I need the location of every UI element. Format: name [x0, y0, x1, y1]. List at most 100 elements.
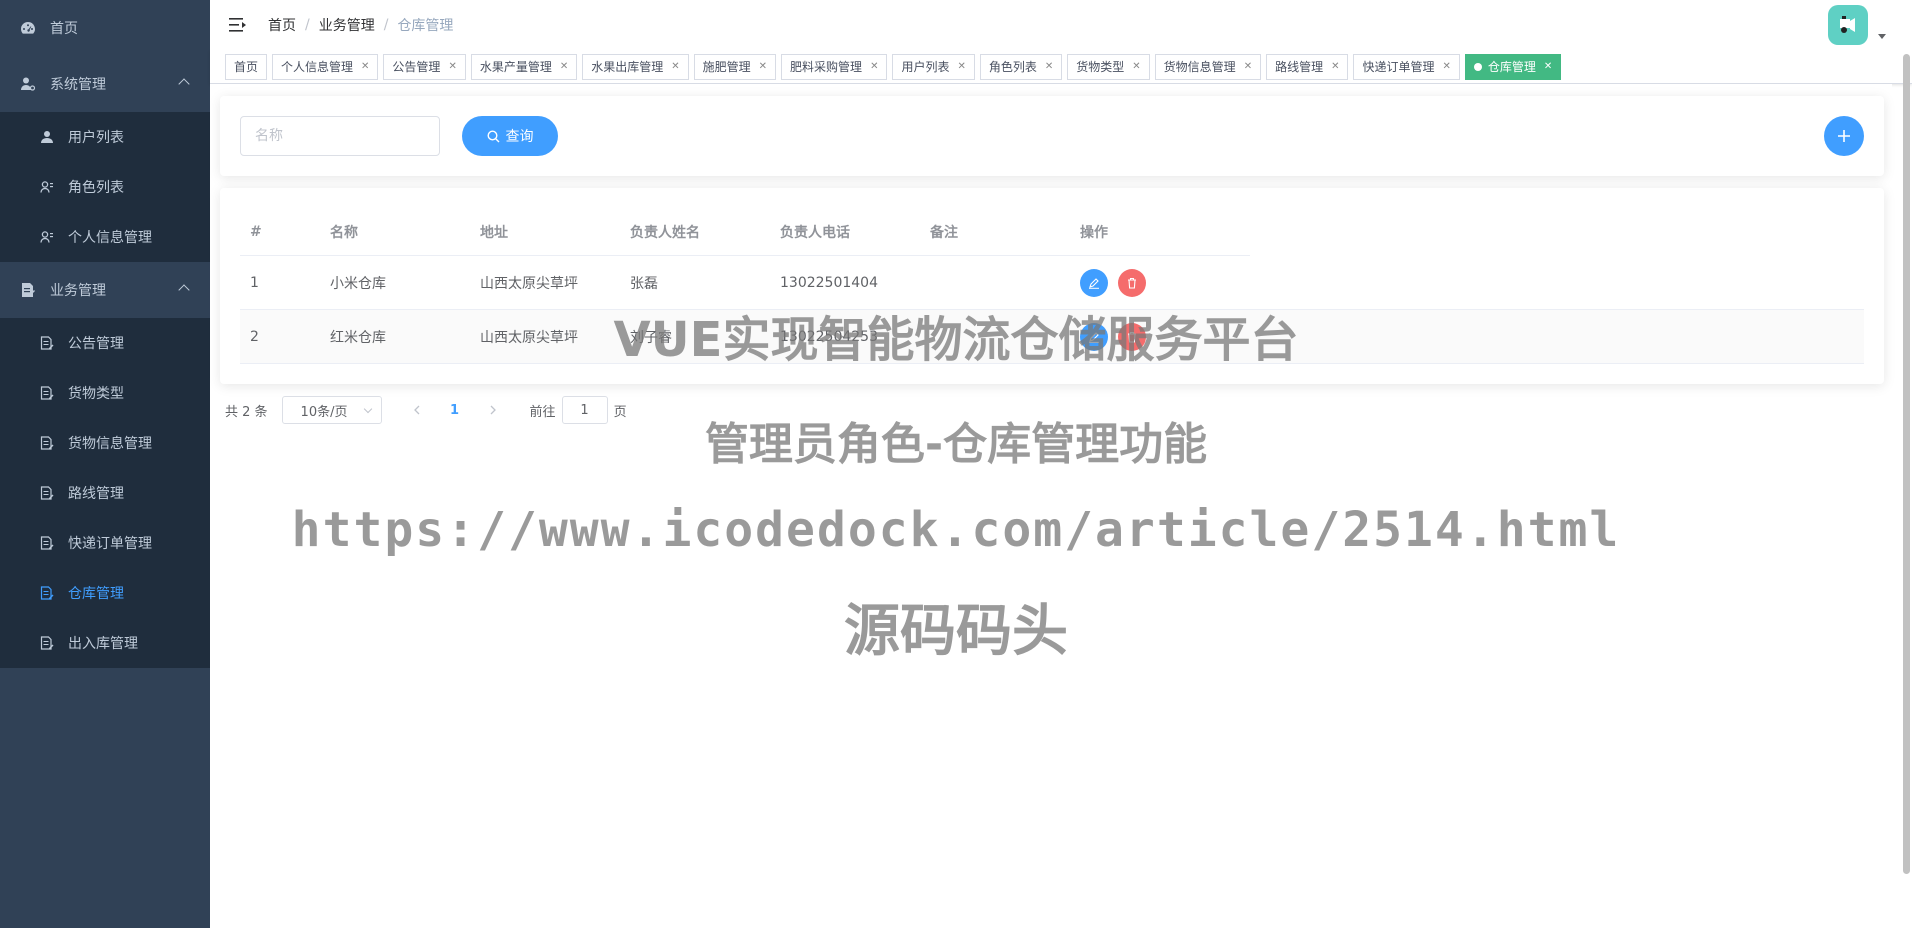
- breadcrumb-business[interactable]: 业务管理: [319, 15, 375, 35]
- tag-profile[interactable]: 个人信息管理 ✕: [272, 53, 379, 80]
- close-icon[interactable]: ✕: [759, 55, 767, 79]
- table-card: # 名称 地址 负责人姓名 负责人电话 备注 操作 1 小米仓库 山西太原尖草坪…: [220, 188, 1884, 384]
- tag-announcement[interactable]: 公告管理 ✕: [383, 53, 466, 80]
- trash-icon: [1128, 277, 1136, 289]
- search-button[interactable]: 查询: [462, 116, 558, 156]
- column-header: 操作: [1080, 224, 1108, 241]
- sidebar-item-announcement[interactable]: 公告管理: [0, 318, 210, 368]
- tag-goods-info[interactable]: 货物信息管理 ✕: [1154, 53, 1262, 80]
- search-button-label: 查询: [505, 128, 534, 144]
- document-icon: [40, 586, 54, 600]
- sidebar-item-user-list[interactable]: 用户列表: [0, 112, 210, 162]
- column-header: 地址: [480, 224, 508, 241]
- sidebar-item-home[interactable]: 首页: [0, 0, 210, 56]
- sidebar-item-label: 首页: [50, 21, 78, 37]
- search-input[interactable]: [240, 116, 440, 156]
- close-icon[interactable]: ✕: [671, 55, 679, 79]
- sidebar-item-goods-info[interactable]: 货物信息管理: [0, 418, 210, 468]
- tag-fertilizing[interactable]: 施肥管理 ✕: [693, 53, 777, 80]
- table-row: 2 红米仓库 山西太原尖草坪 刘子睿 13022504253: [240, 310, 1864, 364]
- sidebar-item-label: 用户列表: [68, 130, 124, 146]
- sidebar-item-label: 角色列表: [68, 180, 124, 196]
- sidebar-item-express-order[interactable]: 快递订单管理: [0, 518, 210, 568]
- menu-group-business[interactable]: 业务管理: [0, 262, 210, 318]
- tag-fruit-outbound[interactable]: 水果出库管理 ✕: [582, 53, 689, 80]
- add-button[interactable]: [1824, 116, 1864, 156]
- document-icon: [40, 436, 54, 450]
- column-header: #: [250, 223, 262, 240]
- menu-group-system[interactable]: 系统管理: [0, 56, 210, 112]
- goto-suffix: 页: [613, 404, 627, 420]
- trash-icon: [1128, 331, 1136, 343]
- role-icon: [40, 230, 54, 244]
- close-icon[interactable]: ✕: [1045, 55, 1053, 79]
- tag-route[interactable]: 路线管理 ✕: [1266, 53, 1349, 80]
- close-icon[interactable]: ✕: [1443, 55, 1451, 79]
- page-size-select[interactable]: 10条/页: [281, 396, 382, 424]
- edit-button[interactable]: [1080, 322, 1108, 351]
- tag-label: 货物信息管理: [1163, 59, 1236, 74]
- close-icon[interactable]: ✕: [957, 55, 965, 79]
- active-dot-icon: [1473, 62, 1482, 71]
- sidebar-item-role-list[interactable]: 角色列表: [0, 162, 210, 212]
- tag-label: 路线管理: [1275, 59, 1324, 74]
- tag-label: 施肥管理: [702, 59, 751, 74]
- sidebar-item-goods-type[interactable]: 货物类型: [0, 368, 210, 418]
- tag-label: 水果出库管理: [591, 59, 664, 74]
- sidebar-item-label: 个人信息管理: [68, 230, 152, 246]
- tag-role-list[interactable]: 角色列表 ✕: [979, 53, 1063, 80]
- tag-fruit-output[interactable]: 水果产量管理 ✕: [470, 53, 578, 80]
- close-icon[interactable]: ✕: [448, 55, 456, 79]
- cell-address: 山西太原尖草坪: [480, 275, 578, 292]
- avatar[interactable]: [1828, 5, 1868, 45]
- tag-warehouse[interactable]: 仓库管理 ✕: [1464, 53, 1562, 80]
- plus-icon: [1838, 130, 1850, 142]
- user-menu[interactable]: [1828, 5, 1886, 45]
- tag-label: 水果产量管理: [479, 59, 552, 74]
- delete-button[interactable]: [1118, 322, 1146, 351]
- chevron-up-icon: [178, 284, 190, 296]
- close-icon[interactable]: ✕: [1331, 55, 1339, 79]
- close-icon[interactable]: ✕: [560, 55, 568, 79]
- vertical-scrollbar[interactable]: [1903, 54, 1910, 874]
- close-icon[interactable]: ✕: [1244, 55, 1252, 79]
- sidebar-item-label: 路线管理: [68, 486, 124, 502]
- user-icon: [40, 130, 54, 144]
- cell-name: 小米仓库: [330, 275, 386, 292]
- tag-goods-type[interactable]: 货物类型 ✕: [1067, 53, 1150, 80]
- column-header: 负责人姓名: [630, 224, 700, 241]
- sidebar-item-route[interactable]: 路线管理: [0, 468, 210, 518]
- document-icon: [40, 536, 54, 550]
- prev-page-button[interactable]: [402, 396, 432, 424]
- close-icon[interactable]: ✕: [1544, 55, 1552, 79]
- close-icon[interactable]: ✕: [361, 55, 369, 79]
- edit-icon: [1089, 331, 1099, 343]
- close-icon[interactable]: ✕: [870, 55, 878, 79]
- tag-label: 快递订单管理: [1362, 59, 1435, 74]
- tag-home[interactable]: 首页: [225, 53, 268, 80]
- page-number-current[interactable]: 1: [440, 396, 470, 424]
- tag-label: 公告管理: [392, 59, 441, 74]
- tag-user-list[interactable]: 用户列表 ✕: [892, 53, 975, 80]
- breadcrumb-home[interactable]: 首页: [268, 15, 296, 35]
- sidebar-item-warehouse[interactable]: 仓库管理: [0, 568, 210, 618]
- submenu-system: 用户列表 角色列表 个人信息管理: [0, 112, 210, 262]
- sidebar-item-profile[interactable]: 个人信息管理: [0, 212, 210, 262]
- tag-fertilizer-purchase[interactable]: 肥料采购管理 ✕: [781, 53, 888, 80]
- navbar: 首页 / 业务管理 / 仓库管理: [210, 0, 1912, 50]
- close-icon[interactable]: ✕: [1132, 55, 1140, 79]
- tag-express-order[interactable]: 快递订单管理 ✕: [1353, 53, 1460, 80]
- hamburger-icon[interactable]: [228, 15, 248, 35]
- search-card: 查询: [220, 96, 1884, 176]
- edit-button[interactable]: [1080, 268, 1108, 297]
- sidebar-item-stock-io[interactable]: 出入库管理: [0, 618, 210, 668]
- document-icon: [40, 386, 54, 400]
- goto-page-input[interactable]: [561, 396, 608, 424]
- delete-button[interactable]: [1118, 268, 1146, 297]
- tags-view: 首页 个人信息管理 ✕ 公告管理 ✕ 水果产量管理 ✕ 水果出库管理 ✕ 施肥管理 ✕ 肥…: [210, 50, 1912, 84]
- breadcrumb: 首页 / 业务管理 / 仓库管理: [268, 15, 453, 35]
- pagination-total: 共 2 条: [225, 404, 268, 420]
- caret-down-icon[interactable]: [1878, 34, 1886, 39]
- next-page-button[interactable]: [478, 396, 508, 424]
- menu-group-title-label: 业务管理: [50, 283, 106, 299]
